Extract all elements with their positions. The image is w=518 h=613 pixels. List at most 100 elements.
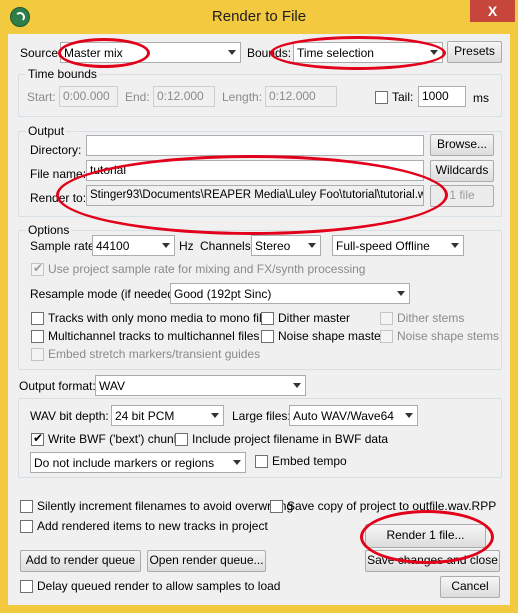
render-to-path: Stinger93\Documents\REAPER Media\Luley F… [86,185,424,206]
options-title: Options [26,223,72,237]
sample-rate-select[interactable]: 44100 [92,235,175,256]
close-button[interactable]: X [470,0,515,22]
silent-increment-label: Silently increment filenames to avoid ov… [37,499,294,513]
chevron-down-icon [451,243,459,248]
render-speed-value: Full-speed Offline [336,239,430,253]
mono-tracks-label: Tracks with only mono media to mono file [48,311,269,325]
sample-rate-label: Sample rate: [30,239,99,253]
bit-depth-label: WAV bit depth: [30,409,109,423]
silent-increment-checkbox[interactable] [20,500,33,513]
start-field[interactable]: 0:00.000 [59,86,118,107]
embed-tempo-label: Embed tempo [272,454,347,468]
bounds-value: Time selection [297,46,374,60]
bounds-select[interactable]: Time selection [293,42,443,63]
save-close-button[interactable]: Save changes and close [365,550,500,572]
use-project-rate-label: Use project sample rate for mixing and F… [48,262,366,276]
source-value: Master mix [64,46,123,60]
bit-depth-value: 24 bit PCM [115,409,175,423]
chevron-down-icon [430,50,438,55]
tail-field[interactable]: 1000 [418,86,466,107]
include-filename-checkbox[interactable] [175,433,188,446]
bit-depth-select[interactable]: 24 bit PCM [111,405,224,426]
tail-checkbox[interactable] [375,91,388,104]
channels-select[interactable]: Stereo [251,235,321,256]
time-bounds-title: Time bounds [26,67,99,81]
multichannel-label: Multichannel tracks to multichannel file… [48,329,260,343]
large-files-label: Large files: [232,409,291,423]
chevron-down-icon [405,413,413,418]
end-field[interactable]: 0:12.000 [153,86,215,107]
use-project-rate-checkbox[interactable] [31,261,44,276]
noise-master-label: Noise shape master [278,329,385,343]
end-label: End: [125,90,150,104]
mono-tracks-checkbox[interactable] [31,312,44,325]
filename-label: File name: [30,167,87,181]
open-queue-button[interactable]: Open render queue... [147,550,266,572]
file-count-button[interactable]: 1 file [430,185,494,207]
dialog-body: Source: Master mix Bounds: Time selectio… [8,34,510,605]
hz-label: Hz [179,239,194,253]
chevron-down-icon [397,291,405,296]
embed-stretch-checkbox[interactable] [31,348,44,361]
resample-select[interactable]: Good (192pt Sinc) [170,283,410,304]
chevron-down-icon [308,243,316,248]
dither-stems-checkbox[interactable] [380,312,393,325]
include-filename-label: Include project filename in BWF data [192,432,389,446]
bounds-label: Bounds: [247,46,292,60]
wildcards-button[interactable]: Wildcards [430,160,494,182]
large-files-select[interactable]: Auto WAV/Wave64 [289,405,418,426]
tail-unit: ms [473,91,489,105]
channels-label: Channels: [200,239,255,253]
chevron-down-icon [228,50,236,55]
start-label: Start: [27,90,56,104]
render-speed-select[interactable]: Full-speed Offline [332,235,464,256]
add-to-queue-button[interactable]: Add to render queue [20,550,141,572]
output-format-value: WAV [99,379,125,393]
browse-button[interactable]: Browse... [430,134,494,156]
render-to-label: Render to: [30,191,87,205]
resample-label: Resample mode (if needed): [30,287,182,301]
save-copy-checkbox[interactable] [270,500,283,513]
render-button[interactable]: Render 1 file... [365,524,486,548]
chevron-down-icon [293,383,301,388]
noise-master-checkbox[interactable] [261,330,274,343]
markers-select[interactable]: Do not include markers or regions [30,452,246,473]
length-label: Length: [222,90,263,104]
channels-value: Stereo [255,239,291,253]
length-field[interactable]: 0:12.000 [265,86,337,107]
source-select[interactable]: Master mix [60,42,241,63]
sample-rate-value: 44100 [96,239,130,253]
noise-stems-checkbox[interactable] [380,330,393,343]
filename-field[interactable]: tutorial [86,160,424,181]
large-files-value: Auto WAV/Wave64 [293,409,394,423]
noise-stems-label: Noise shape stems [397,329,500,343]
window-title: Render to File [211,8,307,25]
multichannel-checkbox[interactable] [31,330,44,343]
add-rendered-label: Add rendered items to new tracks in proj… [37,519,268,533]
directory-field[interactable] [86,135,424,156]
title-bar[interactable]: Render to File X [0,0,518,34]
bwf-checkbox[interactable] [31,431,44,446]
render-dialog-window: Render to File X Source: Master mix Boun… [0,0,518,613]
source-label: Source: [20,46,62,60]
embed-tempo-checkbox[interactable] [255,455,268,468]
tail-label: Tail: [392,90,414,104]
dither-master-checkbox[interactable] [261,312,274,325]
cancel-button[interactable]: Cancel [440,576,500,598]
chevron-down-icon [233,460,241,465]
directory-label: Directory: [30,143,82,157]
markers-value: Do not include markers or regions [34,456,215,470]
chevron-down-icon [162,243,170,248]
add-rendered-checkbox[interactable] [20,520,33,533]
resample-value: Good (192pt Sinc) [174,287,272,301]
delay-queued-label: Delay queued render to allow samples to … [37,579,281,593]
bwf-label: Write BWF ('bext') chunk [48,432,180,446]
delay-queued-checkbox[interactable] [20,580,33,593]
output-format-select[interactable]: WAV [95,375,306,396]
output-format-label: Output format: [19,379,96,393]
output-title: Output [26,124,67,138]
save-copy-label: Save copy of project to outfile.wav.RPP [287,499,497,513]
chevron-down-icon [211,413,219,418]
dither-stems-label: Dither stems [397,311,465,325]
presets-button[interactable]: Presets [447,41,502,63]
